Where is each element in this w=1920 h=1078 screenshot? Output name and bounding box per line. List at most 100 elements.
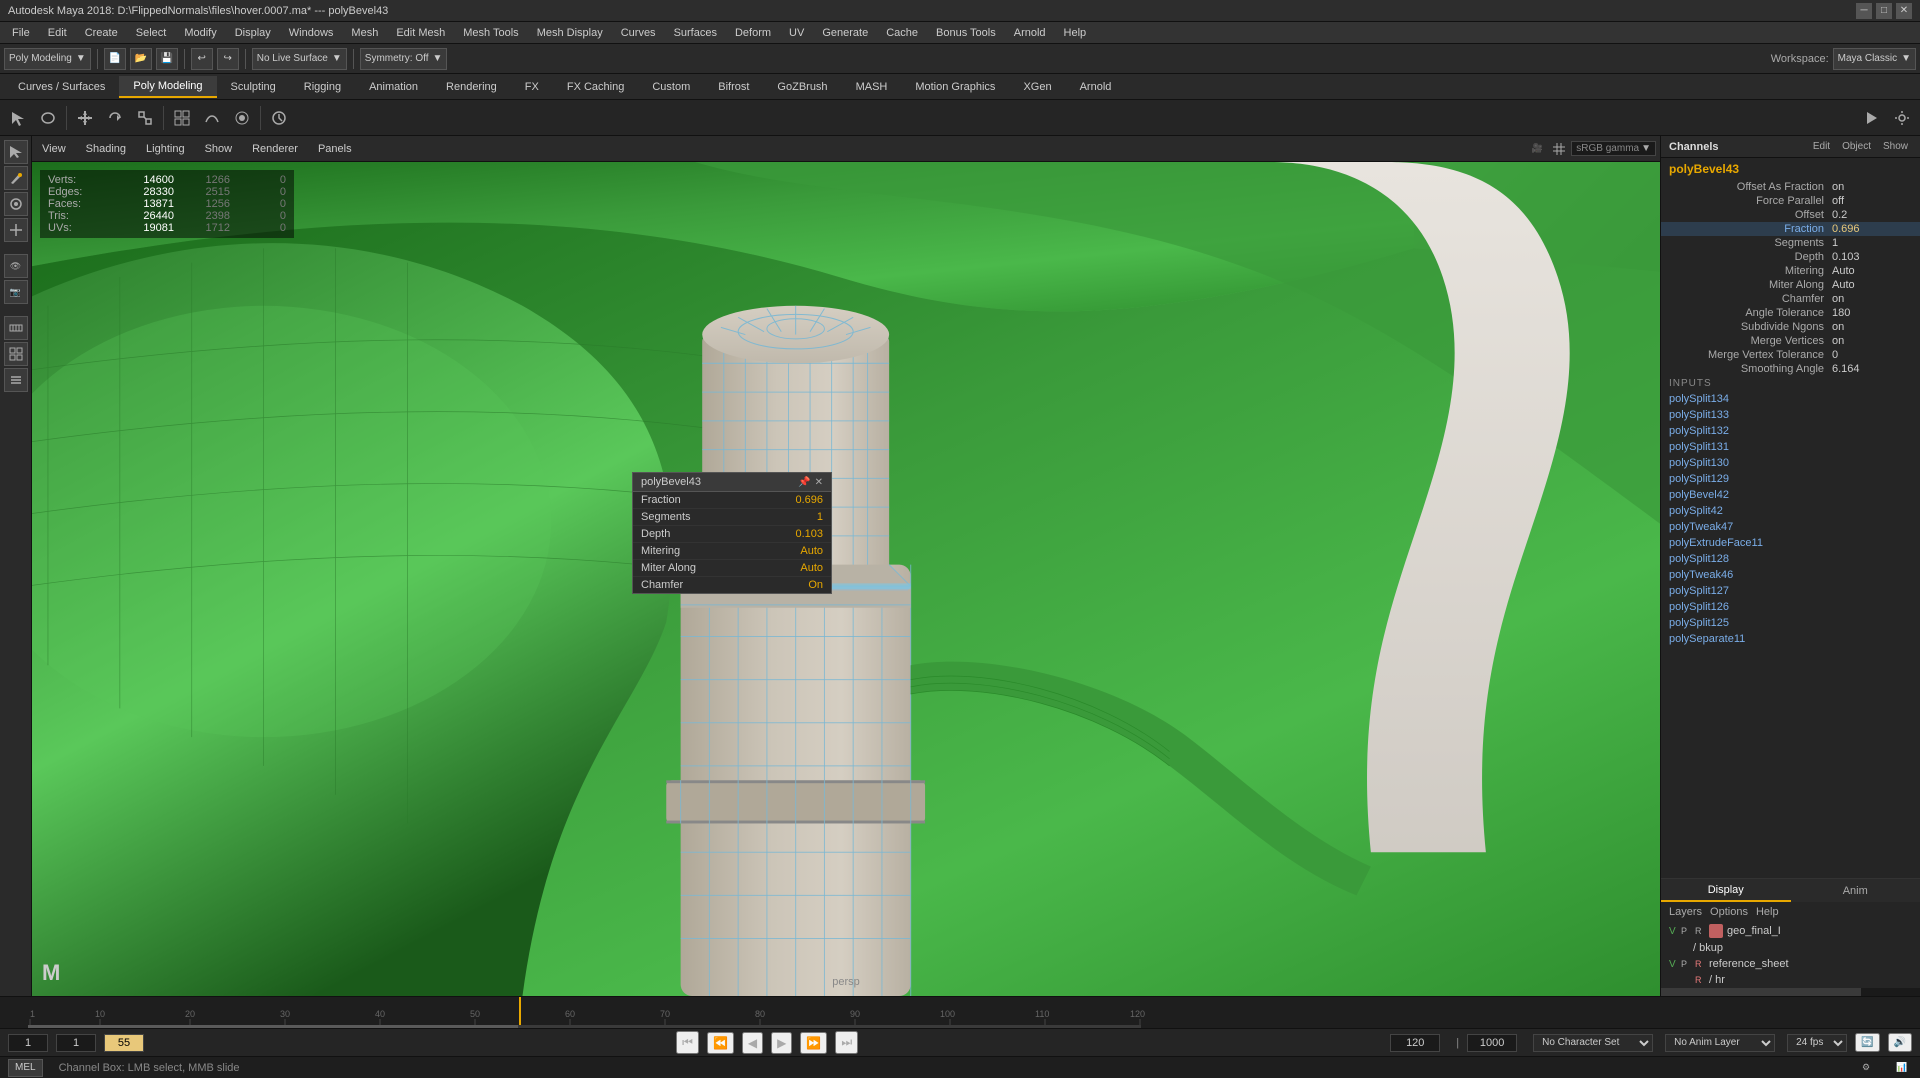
menu-bonus[interactable]: Bonus Tools [928,25,1004,41]
end-frame2-input[interactable] [1467,1034,1517,1052]
gamma-dropdown-icon[interactable]: ▼ [1641,143,1651,154]
menu-mesh-tools[interactable]: Mesh Tools [455,25,526,41]
tab-fx-caching[interactable]: FX Caching [553,76,638,98]
status-icon1[interactable]: ⚙ [1856,1058,1876,1078]
menu-file[interactable]: File [4,25,38,41]
menu-mesh-display[interactable]: Mesh Display [529,25,611,41]
menu-cache[interactable]: Cache [878,25,926,41]
popup-close-btn[interactable]: ✕ [815,477,823,488]
menu-mesh[interactable]: Mesh [343,25,386,41]
menu-uv[interactable]: UV [781,25,812,41]
undo-btn[interactable]: ↩ [191,48,213,70]
minimize-button[interactable]: ─ [1856,3,1872,19]
mode-dropdown[interactable]: Poly Modeling ▼ [4,48,91,70]
tab-gozbrush[interactable]: GoZBrush [763,76,841,98]
object-btn[interactable]: Object [1838,140,1875,153]
step-back-btn[interactable]: ⏪ [707,1032,734,1054]
anim-tab[interactable]: Anim [1791,879,1920,902]
sculpt-tool[interactable] [4,192,28,216]
measure-tool[interactable] [4,316,28,340]
input-polysplit132[interactable]: polySplit132 [1661,423,1920,439]
play-back-btn[interactable]: ◀ [742,1032,763,1054]
polybevel-popup[interactable]: polyBevel43 📌 ✕ Fraction 0.696 Segments … [632,472,832,594]
hide-tool[interactable]: 👁 [4,254,28,278]
snap-grid-btn[interactable] [168,104,196,132]
mel-button[interactable]: MEL [8,1059,43,1077]
display-tab[interactable]: Display [1661,879,1791,902]
camera-tool[interactable]: 📷 [4,280,28,304]
input-polysplit42[interactable]: polySplit42 [1661,503,1920,519]
audio-btn[interactable]: 🔊 [1888,1033,1912,1052]
prop-fraction[interactable]: Fraction 0.696 [1661,222,1920,236]
menu-create[interactable]: Create [77,25,126,41]
character-set-dropdown[interactable]: No Character Set [1533,1034,1653,1052]
vp-panels-menu[interactable]: Panels [312,141,358,157]
input-polybevel42[interactable]: polyBevel42 [1661,487,1920,503]
input-polysplit127[interactable]: polySplit127 [1661,583,1920,599]
menu-deform[interactable]: Deform [727,25,779,41]
input-polysplit129[interactable]: polySplit129 [1661,471,1920,487]
input-polysplit131[interactable]: polySplit131 [1661,439,1920,455]
start-frame-input[interactable] [8,1034,48,1052]
tab-poly-modeling[interactable]: Poly Modeling [119,76,216,98]
go-start-btn[interactable]: ⏮ [676,1031,699,1054]
tab-curves-surfaces[interactable]: Curves / Surfaces [4,76,119,98]
current-frame-input[interactable] [56,1034,96,1052]
transform-tool[interactable] [4,218,28,242]
menu-windows[interactable]: Windows [281,25,342,41]
options-btn[interactable]: Options [1710,906,1748,918]
popup-miter-along-val[interactable]: Auto [763,562,823,574]
scale-tool-btn[interactable] [131,104,159,132]
snap-point-btn[interactable] [228,104,256,132]
input-polysplit125[interactable]: polySplit125 [1661,615,1920,631]
vp-lighting-menu[interactable]: Lighting [140,141,191,157]
tab-mash[interactable]: MASH [842,76,902,98]
tab-rigging[interactable]: Rigging [290,76,355,98]
menu-arnold[interactable]: Arnold [1006,25,1054,41]
outliner-item-refsheet[interactable]: V P R reference_sheet [1661,956,1920,972]
paint-tool[interactable] [4,166,28,190]
vp-grid-btn[interactable] [1549,139,1569,159]
popup-depth-val[interactable]: 0.103 [763,528,823,540]
menu-modify[interactable]: Modify [176,25,224,41]
tab-custom[interactable]: Custom [638,76,704,98]
settings-btn[interactable] [1888,104,1916,132]
anim-layer-dropdown[interactable]: No Anim Layer [1665,1034,1775,1052]
tab-fx[interactable]: FX [511,76,553,98]
outliner-item-hr[interactable]: R / hr [1661,972,1920,988]
menu-curves[interactable]: Curves [613,25,664,41]
menu-select[interactable]: Select [128,25,175,41]
grid-tool[interactable] [4,342,28,366]
popup-mitering-val[interactable]: Auto [763,545,823,557]
input-polytweak47[interactable]: polyTweak47 [1661,519,1920,535]
snap-curve-btn[interactable] [198,104,226,132]
list-tool[interactable] [4,368,28,392]
viewport[interactable]: View Shading Lighting Show Renderer Pane… [32,136,1660,996]
vp-renderer-menu[interactable]: Renderer [246,141,304,157]
new-scene-btn[interactable]: 📄 [104,48,126,70]
play-forward-btn[interactable]: ▶ [771,1032,792,1054]
go-end-btn[interactable]: ⏭ [835,1031,858,1054]
vp-view-menu[interactable]: View [36,141,72,157]
input-polysplit130[interactable]: polySplit130 [1661,455,1920,471]
show-btn[interactable]: Show [1879,140,1912,153]
menu-edit[interactable]: Edit [40,25,75,41]
move-tool-btn[interactable] [71,104,99,132]
layers-btn[interactable]: Layers [1669,906,1702,918]
viewport-canvas[interactable]: Verts: 14600 1266 0 Edges: 28330 2515 0 … [32,162,1660,996]
rotate-tool-btn[interactable] [101,104,129,132]
tab-bifrost[interactable]: Bifrost [704,76,763,98]
tab-xgen[interactable]: XGen [1009,76,1065,98]
input-polyseparate11[interactable]: polySeparate11 [1661,631,1920,647]
popup-chamfer-val[interactable]: On [763,579,823,591]
vp-show-menu[interactable]: Show [199,141,239,157]
input-polysplit134[interactable]: polySplit134 [1661,391,1920,407]
fps-dropdown[interactable]: 24 fps [1787,1034,1847,1052]
select-tool-btn[interactable] [4,104,32,132]
lasso-tool-btn[interactable] [34,104,62,132]
input-polysplit128[interactable]: polySplit128 [1661,551,1920,567]
right-scroll-area[interactable]: polyBevel43 Offset As Fraction on Force … [1661,158,1920,878]
menu-edit-mesh[interactable]: Edit Mesh [388,25,453,41]
end-frame-input[interactable] [1390,1034,1440,1052]
outliner-item-bkup[interactable]: / bkup [1661,940,1920,956]
